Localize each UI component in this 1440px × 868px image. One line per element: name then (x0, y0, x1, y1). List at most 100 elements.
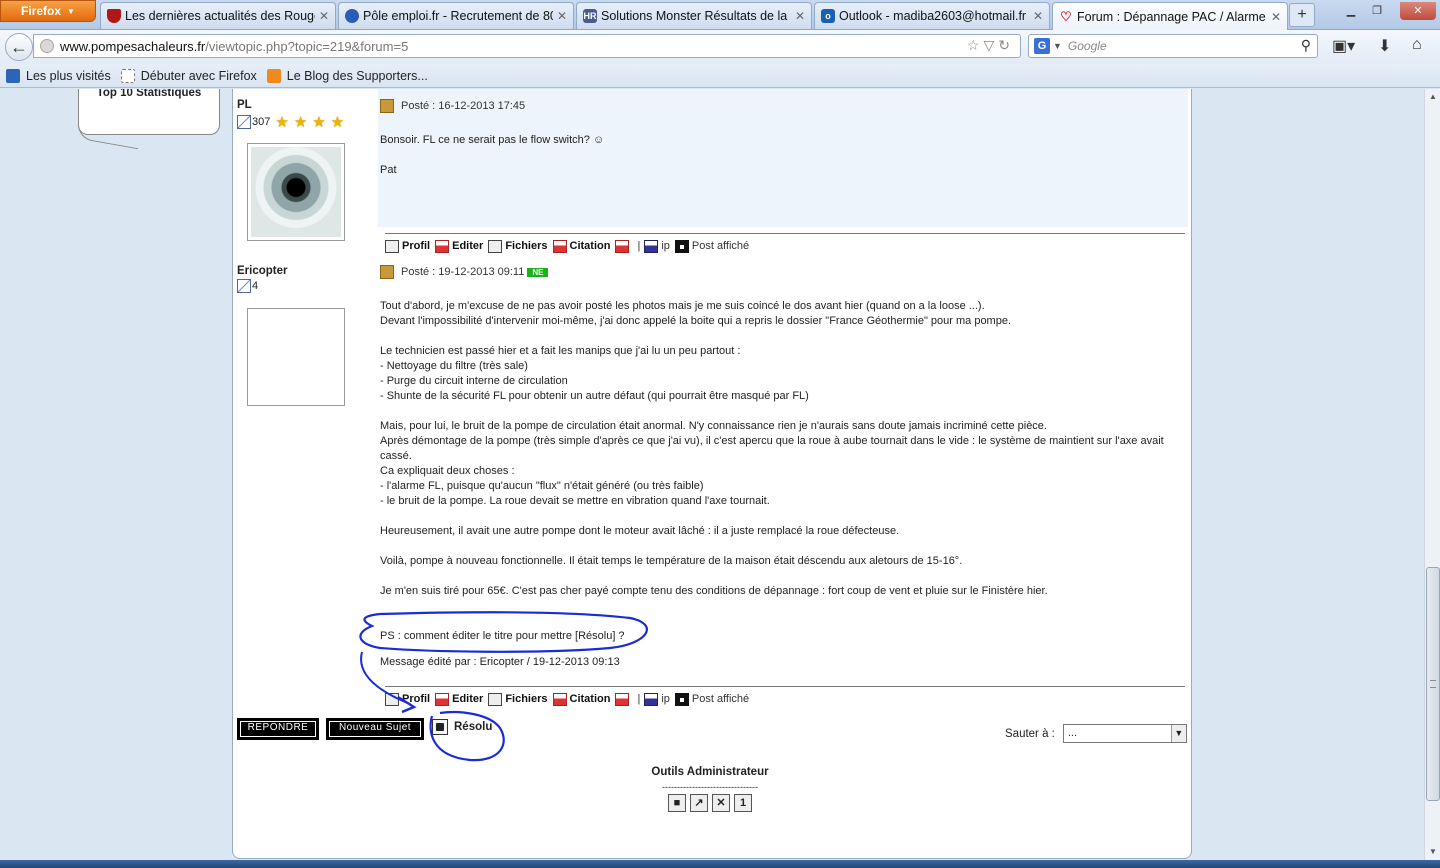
search-bar[interactable]: G ▼ Google ⚲ (1028, 34, 1318, 58)
sidebar-note-label: Top 10 Statistiques (96, 89, 202, 99)
edit-icon (435, 692, 450, 706)
author-name[interactable]: Ericopter (237, 265, 379, 277)
restore-icon[interactable]: ❐ (1366, 2, 1388, 20)
google-icon[interactable]: G (1034, 38, 1050, 54)
chevron-down-icon[interactable]: ▼ (1170, 725, 1186, 742)
close-icon[interactable]: ✕ (557, 9, 567, 23)
bookmark-label: Le Blog des Supporters... (286, 68, 428, 83)
scroll-down-icon[interactable]: ▼ (1425, 844, 1440, 860)
scroll-thumb[interactable] (1426, 567, 1440, 801)
reload-icon[interactable]: ↻ (998, 37, 1014, 53)
dropdown-icon[interactable]: ▽ (983, 37, 998, 53)
tab-title: Outlook - madiba2603@hotmail.fr (839, 9, 1027, 23)
hr-icon: HR (583, 9, 597, 23)
firefox-menu-button[interactable]: Firefox ▼ (0, 0, 96, 22)
split-icon[interactable]: 1 (734, 794, 752, 812)
bookmark-blog-supporters[interactable]: Le Blog des Supporters... (266, 68, 428, 83)
engine-dropdown-icon[interactable]: ▼ (1053, 41, 1062, 51)
url-bar[interactable]: www.pompesachaleurs.fr /viewtopic.php?to… (33, 34, 1021, 58)
body-line: Tout d'abord, je m'excuse de ne pas avoi… (380, 300, 985, 312)
tab-title: Solutions Monster Résultats de la r... (601, 9, 791, 23)
tab-monster[interactable]: HR Solutions Monster Résultats de la r..… (576, 2, 812, 29)
search-input[interactable]: Google (1068, 39, 1107, 53)
author-column: PL 307 ★ ★ ★ ★ (237, 99, 379, 241)
post-shown-indicator[interactable]: Post affiché (674, 239, 749, 253)
search-icon[interactable]: ⚲ (1301, 37, 1311, 54)
quote-link[interactable]: Citation (552, 239, 610, 253)
body-line: cassé. (380, 450, 412, 462)
jump-select[interactable]: ... ▼ (1062, 724, 1187, 743)
bookmark-most-visited[interactable]: Les plus visités (6, 68, 111, 83)
profile-link[interactable]: Profil (385, 239, 430, 253)
print-link[interactable] (615, 239, 632, 253)
ip-link[interactable]: ip (644, 692, 670, 706)
files-link[interactable]: Fichiers (488, 239, 548, 253)
folder-icon (6, 68, 20, 83)
close-icon[interactable]: ✕ (319, 9, 329, 23)
profile-link[interactable]: Profil (385, 692, 430, 706)
jump-to: Sauter à : ... ▼ (1005, 724, 1187, 743)
post-icon (380, 99, 394, 113)
bookmark-label: Les plus visités (26, 68, 111, 83)
quote-icon (552, 239, 567, 253)
url-path: /viewtopic.php?topic=219&forum=5 (205, 38, 409, 54)
bookmarks-menu-icon[interactable]: ▣▾ (1332, 36, 1355, 56)
tab-forum[interactable]: ♡ Forum : Dépannage PAC / Alarme ... ✕ (1052, 2, 1288, 30)
message-column: Posté : 19-12-2013 09:11 NE Tout d'abord… (380, 265, 1188, 670)
close-icon[interactable]: ✕ (1033, 9, 1043, 23)
page-viewport: Top 10 Statistiques Profil PL 307 ★ ★ ★ … (0, 89, 1424, 860)
back-arrow-icon[interactable]: ← (5, 33, 33, 61)
body-line: Pat (380, 164, 397, 176)
separator: | (637, 240, 641, 252)
files-link[interactable]: Fichiers (488, 692, 548, 706)
body-line: Heureusement, il avait une autre pompe d… (380, 525, 900, 537)
resolved-label: Résolu (454, 721, 493, 733)
print-icon (615, 692, 630, 706)
delete-icon[interactable]: ✕ (712, 794, 730, 812)
resolved-button[interactable]: Résolu (432, 719, 492, 735)
author-name[interactable]: PL (237, 99, 379, 111)
ip-link[interactable]: ip (644, 239, 670, 253)
avatar[interactable] (247, 308, 345, 406)
tab-pole-emploi[interactable]: Pôle emploi.fr - Recrutement de 80... ✕ (338, 2, 574, 29)
close-icon[interactable]: ✕ (1271, 10, 1281, 24)
post-shown-indicator[interactable]: Post affiché (674, 692, 749, 706)
page-icon (345, 9, 359, 23)
close-window-icon[interactable]: ✕ (1400, 2, 1436, 20)
body-line (380, 539, 1188, 554)
quote-link[interactable]: Citation (552, 692, 611, 706)
home-icon[interactable]: ⌂ (1412, 36, 1422, 54)
download-icon[interactable]: ⬇ (1378, 36, 1391, 56)
quote-label: Citation (569, 693, 611, 705)
tab-outlook[interactable]: o Outlook - madiba2603@hotmail.fr ✕ (814, 2, 1050, 29)
scroll-up-icon[interactable]: ▲ (1425, 89, 1440, 105)
post-date: Posté : 16-12-2013 17:45 (401, 100, 526, 112)
lock-icon[interactable]: ■ (668, 794, 686, 812)
heart-icon: ♡ (1060, 8, 1072, 24)
avatar-placeholder (251, 312, 341, 402)
close-icon[interactable]: ✕ (795, 9, 805, 23)
admin-title: Outils Administrateur (651, 766, 769, 778)
body-line (380, 404, 1188, 419)
ip-label: ip (661, 240, 670, 252)
new-tab-button[interactable]: + (1289, 3, 1315, 27)
new-topic-button[interactable]: Nouveau Sujet (326, 718, 424, 740)
bookmark-getting-started[interactable]: Débuter avec Firefox (120, 68, 257, 83)
move-icon[interactable]: ↗ (690, 794, 708, 812)
avatar[interactable] (247, 143, 345, 241)
body-line: Le technicien est passé hier et a fait l… (380, 345, 741, 357)
edit-link[interactable]: Editer (435, 239, 483, 253)
body-line (380, 569, 1188, 584)
print-link[interactable] (615, 692, 632, 706)
minimize-icon[interactable]: ▁ (1340, 2, 1362, 20)
body-line: Ca expliquait deux choses : (380, 465, 515, 477)
tab-rouge[interactable]: Les dernières actualités des Rouge ... ✕ (100, 2, 336, 29)
bookmark-star-icon[interactable]: ☆ (967, 37, 984, 53)
edit-link[interactable]: Editer (435, 692, 483, 706)
reply-button[interactable]: REPONDRE (237, 718, 319, 740)
computer-icon (644, 239, 659, 253)
star-icon: ★ (312, 114, 326, 131)
sidebar-note[interactable]: Top 10 Statistiques (78, 89, 220, 150)
vertical-scrollbar[interactable]: ▲ ▼ (1424, 89, 1440, 860)
jump-label: Sauter à : (1005, 727, 1055, 740)
